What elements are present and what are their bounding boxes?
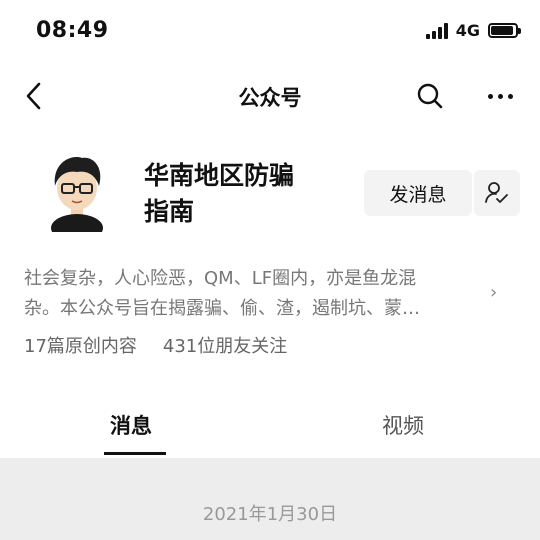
- status-indicators: 4G: [425, 21, 521, 40]
- tab-messages[interactable]: 消息: [110, 410, 152, 440]
- tab-videos[interactable]: 视频: [382, 410, 424, 440]
- tab-bar: 消息 视频: [0, 396, 540, 458]
- account-name-line2: 指南: [144, 197, 195, 226]
- nav-bar: 公众号: [0, 70, 540, 124]
- active-tab-indicator: [104, 452, 166, 455]
- avatar-image: [51, 157, 103, 242]
- send-message-button[interactable]: 发消息: [364, 170, 472, 216]
- account-stats: 17篇原创内容 431位朋友关注: [24, 332, 287, 358]
- follower-count: 431位朋友关注: [162, 336, 288, 357]
- follow-button[interactable]: [474, 170, 520, 216]
- account-description[interactable]: 社会复杂，人心险恶，QM、LF圈内，亦是鱼龙混 杂。本公众号旨在揭露骗、偷、渣，…: [24, 264, 479, 324]
- battery-icon: [488, 23, 521, 38]
- status-bar: 08:49 4G: [0, 0, 540, 62]
- search-icon: [417, 83, 443, 109]
- status-time: 08:49: [36, 18, 109, 43]
- signal-icon: [425, 22, 448, 39]
- account-name-line1: 华南地区防骗: [144, 161, 295, 190]
- avatar[interactable]: [42, 152, 112, 242]
- search-button[interactable]: [412, 78, 448, 114]
- account-name: 华南地区防骗 指南: [144, 158, 344, 230]
- page-title: 公众号: [238, 86, 302, 110]
- description-line2: 杂。本公众号旨在揭露骗、偷、渣，遏制坑、蒙…: [24, 298, 420, 319]
- description-line1: 社会复杂，人心险恶，QM、LF圈内，亦是鱼龙混: [24, 268, 417, 289]
- feed-date: 2021年1月30日: [202, 504, 338, 525]
- more-button[interactable]: [480, 78, 520, 114]
- user-check-icon: [485, 182, 508, 203]
- network-type: 4G: [455, 21, 480, 40]
- original-count: 17篇原创内容: [24, 336, 137, 357]
- message-feed: 2021年1月30日: [0, 458, 540, 540]
- chevron-right-icon[interactable]: ›: [490, 282, 497, 303]
- more-icon: [487, 93, 493, 99]
